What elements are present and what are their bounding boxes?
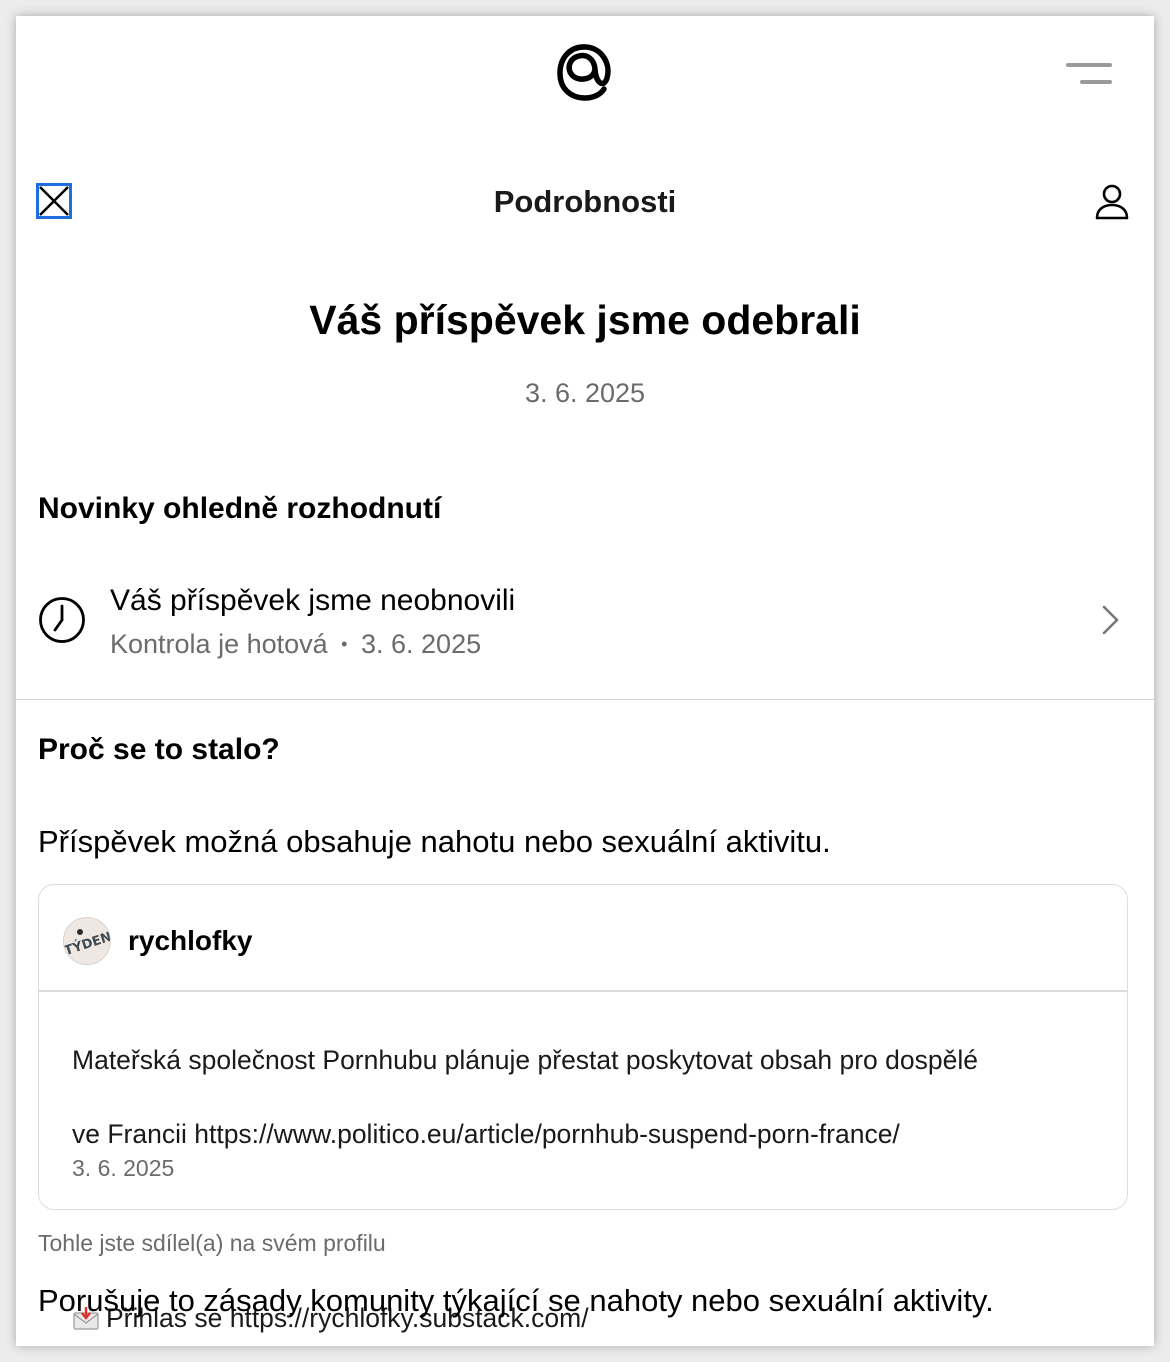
threads-logo-icon[interactable] <box>554 40 614 104</box>
person-icon[interactable] <box>1094 184 1130 220</box>
removal-date: 3. 6. 2025 <box>524 378 646 408</box>
post-line-2: ve Francii https://www.politico.eu/artic… <box>72 1119 900 1149</box>
update-status: Kontrola je hotová <box>110 629 328 659</box>
clock-icon <box>38 596 86 644</box>
shared-note: Tohle jste sdílel(a) na svém profilu <box>38 1230 386 1256</box>
avatar: TÝDEN <box>63 917 111 965</box>
details-page: Podrobnosti Váš příspěvek jsme odebrali … <box>16 16 1154 1346</box>
post-line-1: Mateřská společnost Pornhubu plánuje pře… <box>72 1045 978 1075</box>
post-username[interactable]: rychlofky <box>128 923 253 959</box>
chevron-right-icon <box>1098 603 1122 637</box>
separator-dot: • <box>341 634 348 654</box>
why-heading: Proč se to stalo? <box>38 733 280 766</box>
update-title: Váš příspěvek jsme neobnovili <box>110 584 516 617</box>
update-date: 3. 6. 2025 <box>361 629 482 659</box>
updates-heading: Novinky ohledně rozhodnutí <box>38 492 442 525</box>
update-status-line: Kontrola je hotová • 3. 6. 2025 <box>110 627 481 661</box>
menu-icon[interactable] <box>1066 60 1112 90</box>
post-card[interactable]: TÝDEN rychlofky Mateřská společnost Porn… <box>38 884 1128 1333</box>
post-date: 3. 6. 2025 <box>72 1155 175 1181</box>
reason-text: Příspěvek možná obsahuje nahotu nebo sex… <box>38 824 831 859</box>
section-divider <box>16 699 1154 700</box>
policy-text: Porušuje to zásady komunity týkající se … <box>38 1283 994 1318</box>
card-divider <box>39 990 1127 992</box>
page-title: Podrobnosti <box>493 184 677 219</box>
removal-heading: Váš příspěvek jsme odebrali <box>309 297 861 343</box>
